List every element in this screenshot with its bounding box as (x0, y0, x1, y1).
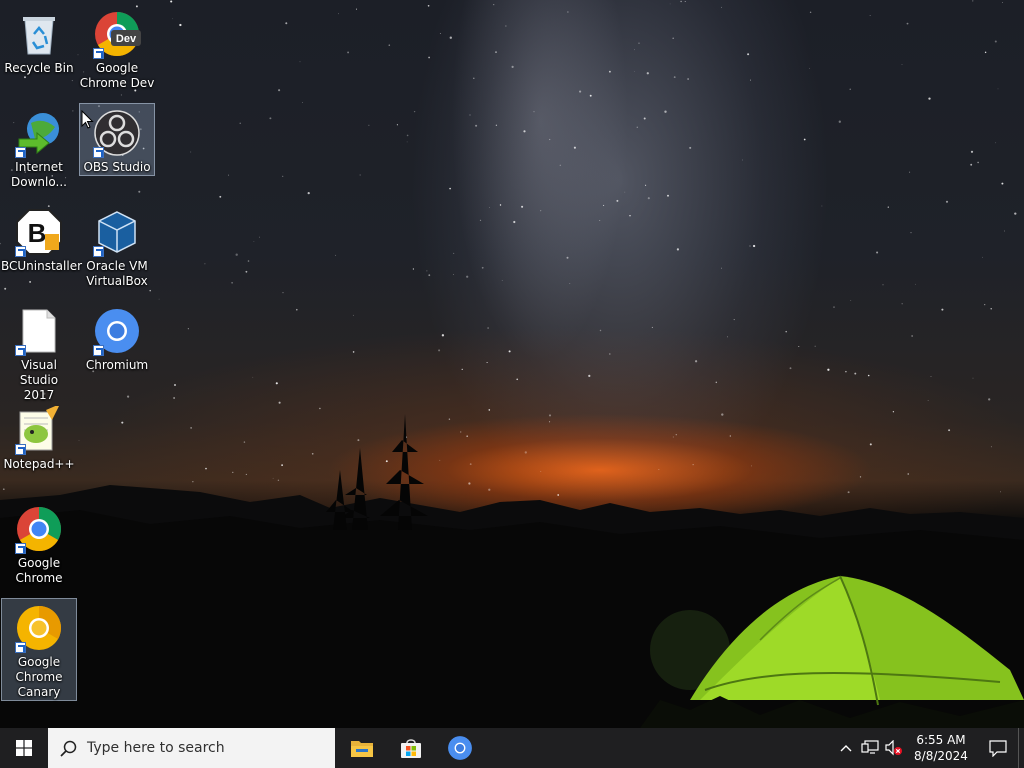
desktop-icon-label: Notepad++ (3, 457, 75, 471)
show-desktop-button[interactable] (1018, 728, 1024, 768)
system-tray: 6:55 AM 8/8/2024 (834, 728, 1024, 768)
desktop-icon-visual-studio[interactable]: Visual Studio 2017 (1, 301, 77, 404)
chrome-dev-icon: Dev (93, 9, 141, 59)
desktop-icon-recycle-bin[interactable]: Recycle Bin (1, 4, 77, 77)
search-icon (60, 740, 77, 757)
clock[interactable]: 6:55 AM 8/8/2024 (912, 732, 970, 764)
desktop-icon-label: Visual Studio 2017 (19, 358, 59, 402)
internet-download-manager-icon (15, 108, 63, 158)
desktop-icon-chrome-dev[interactable]: Dev Google Chrome Dev (79, 4, 155, 92)
visual-studio-icon (15, 306, 63, 356)
desktop-icon-label: Google Chrome Canary (15, 655, 63, 699)
desktop-icon-label: Google Chrome Dev (79, 61, 155, 90)
wallpaper-landscape (0, 414, 1024, 728)
chromium-icon (447, 736, 472, 760)
chrome-canary-icon (15, 603, 63, 653)
bcuninstaller-icon: B (15, 207, 63, 257)
shortcut-arrow-icon (15, 444, 26, 455)
shortcut-arrow-icon (93, 48, 104, 59)
shortcut-arrow-icon (93, 147, 104, 158)
search-placeholder: Type here to search (87, 740, 225, 756)
desktop-icon-label: BCUninstaller (1, 259, 83, 273)
desktop-icon-bcuninstaller[interactable]: B BCUninstaller (1, 202, 83, 275)
show-hidden-icons-button[interactable] (834, 728, 858, 768)
desktop-icon-chromium[interactable]: Chromium (79, 301, 155, 374)
network-button[interactable] (858, 728, 882, 768)
desktop-icon-label: OBS Studio (83, 160, 151, 174)
windows-logo-icon (16, 740, 32, 756)
recycle-bin-icon (15, 9, 63, 59)
notification-icon (989, 739, 1007, 757)
taskbar: Type here to search 6:55 AM 8/8/2024 (0, 728, 1024, 768)
obs-studio-icon (93, 108, 141, 158)
shortcut-arrow-icon (15, 543, 26, 554)
shortcut-arrow-icon (93, 345, 104, 356)
desktop-icon-label: Oracle VM VirtualBox (86, 259, 148, 288)
notepad-plus-plus-icon (15, 405, 63, 455)
network-icon (861, 740, 879, 754)
svg-text:B: B (28, 218, 47, 248)
clock-time: 6:55 AM (916, 733, 966, 747)
shortcut-arrow-icon (93, 246, 104, 257)
desktop-icon-internet-download-manager[interactable]: Internet Downlo... (1, 103, 77, 191)
desktop-icon-notepad-plus-plus[interactable]: Notepad++ (1, 400, 77, 473)
chromium-icon (93, 306, 141, 356)
desktop-icon-chrome-canary[interactable]: Google Chrome Canary (1, 598, 77, 701)
desktop-icon-label: Chromium (85, 358, 149, 372)
desktop-icon-label: Internet Downlo... (11, 160, 67, 189)
clock-date: 8/8/2024 (914, 749, 968, 763)
file-explorer-icon (350, 741, 373, 757)
desktop-icon-virtualbox[interactable]: Oracle VM VirtualBox (79, 202, 155, 290)
action-center-button[interactable] (978, 728, 1018, 768)
shortcut-arrow-icon (15, 345, 26, 356)
taskbar-search-box[interactable]: Type here to search (48, 728, 335, 768)
svg-text:Dev: Dev (116, 33, 137, 45)
taskbar-file-explorer[interactable] (337, 728, 386, 768)
start-button[interactable] (0, 728, 48, 768)
taskbar-microsoft-store[interactable] (386, 728, 435, 768)
chrome-icon (15, 504, 63, 554)
shortcut-arrow-icon (15, 642, 26, 653)
desktop-icon-chrome[interactable]: Google Chrome (1, 499, 77, 587)
volume-muted-icon (885, 740, 902, 756)
chevron-up-icon (840, 745, 852, 752)
desktop-icon-label: Google Chrome (15, 556, 63, 585)
virtualbox-icon (93, 207, 141, 257)
microsoft-store-icon (400, 739, 421, 758)
desktop[interactable]: Recycle Bin Dev Google Chrome Dev Internet … (0, 0, 1024, 728)
mouse-cursor-icon (81, 110, 94, 129)
taskbar-chromium[interactable] (435, 728, 484, 768)
shortcut-arrow-icon (15, 147, 26, 158)
desktop-icon-label: Recycle Bin (4, 61, 74, 75)
shortcut-arrow-icon (15, 246, 26, 257)
volume-button[interactable] (882, 728, 906, 768)
